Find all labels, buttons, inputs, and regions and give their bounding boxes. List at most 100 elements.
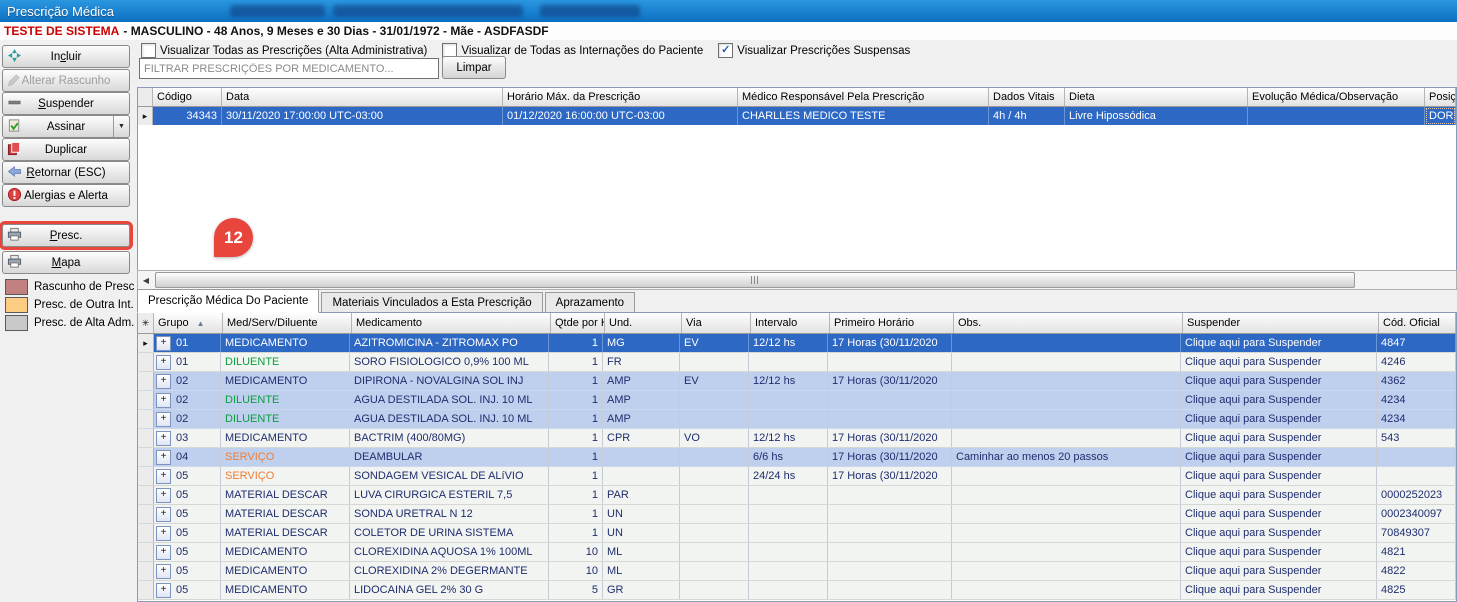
- prescription-item-row[interactable]: +05MEDICAMENTOCLOREXIDINA 2% DEGERMANTE1…: [138, 562, 1456, 581]
- suspend-link[interactable]: Clique aqui para Suspender: [1181, 372, 1377, 390]
- cell-cod-oficial: [1377, 448, 1456, 466]
- cell-grupo: +01: [154, 334, 221, 352]
- scrollbar-track[interactable]: [154, 271, 1456, 289]
- prescription-row[interactable]: ▸3434330/11/2020 17:00:00 UTC-03:0001/12…: [138, 107, 1456, 125]
- suspend-link[interactable]: Clique aqui para Suspender: [1181, 467, 1377, 485]
- scrollbar-thumb[interactable]: [155, 272, 1355, 288]
- suspend-link[interactable]: Clique aqui para Suspender: [1181, 581, 1377, 599]
- cell-obs: [952, 334, 1181, 352]
- expand-button[interactable]: +: [156, 374, 171, 389]
- prescription-item-row[interactable]: +03MEDICAMENTOBACTRIM (400/80MG)1CPRVO12…: [138, 429, 1456, 448]
- expand-button[interactable]: +: [156, 393, 171, 408]
- prescription-item-row[interactable]: +05MATERIAL DESCARLUVA CIRURGICA ESTERIL…: [138, 486, 1456, 505]
- sidebar-button-duplicar[interactable]: Duplicar: [2, 138, 130, 161]
- suspend-link[interactable]: Clique aqui para Suspender: [1181, 429, 1377, 447]
- suspend-link[interactable]: Clique aqui para Suspender: [1181, 410, 1377, 428]
- column-header-medicamento[interactable]: Medicamento: [352, 313, 551, 333]
- sidebar-button-presc[interactable]: Presc.: [2, 224, 130, 247]
- row-indicator: [138, 524, 154, 542]
- column-header-medico-responsavel-pela-prescricao[interactable]: Médico Responsável Pela Prescrição: [738, 88, 989, 106]
- column-header-posicao-do-paciente[interactable]: Posição do Paciente: [1425, 88, 1456, 106]
- items-grid-body: ▸+01MEDICAMENTOAZITROMICINA - ZITROMAX P…: [138, 334, 1456, 600]
- column-header-grupo[interactable]: Grupo▲: [154, 313, 223, 333]
- sidebar-button-suspender[interactable]: Suspender: [2, 92, 130, 115]
- column-header-intervalo[interactable]: Intervalo: [751, 313, 830, 333]
- sidebar-button-alergias-e-alerta[interactable]: Alergias e Alerta: [2, 184, 130, 207]
- prescription-item-row[interactable]: +05MEDICAMENTOLIDOCAINA GEL 2% 30 G5GRCl…: [138, 581, 1456, 600]
- cell-intervalo: 12/12 hs: [749, 372, 828, 390]
- column-header-primeiro-horario[interactable]: Primeiro Horário: [830, 313, 954, 333]
- suspend-link[interactable]: Clique aqui para Suspender: [1181, 486, 1377, 504]
- prescription-item-row[interactable]: +01DILUENTESORO FISIOLOGICO 0,9% 100 ML1…: [138, 353, 1456, 372]
- column-header-qtde-por-hor[interactable]: Qtde por Hor: [551, 313, 605, 333]
- expand-button[interactable]: +: [156, 355, 171, 370]
- clear-filter-button[interactable]: Limpar: [442, 56, 506, 79]
- group-number: 05: [176, 508, 188, 520]
- tab-aprazamento[interactable]: Aprazamento: [545, 292, 635, 312]
- column-header-evolucao-medica-observacao[interactable]: Evolução Médica/Observação: [1248, 88, 1425, 106]
- prescription-item-row[interactable]: ▸+01MEDICAMENTOAZITROMICINA - ZITROMAX P…: [138, 334, 1456, 353]
- cell-horario-max-da-prescricao: 01/12/2020 16:00:00 UTC-03:00: [503, 107, 738, 125]
- expand-button[interactable]: +: [156, 431, 171, 446]
- sidebar-button-incluir[interactable]: Incluir: [2, 45, 130, 68]
- sidebar-button-assinar[interactable]: Assinar▼: [2, 115, 130, 138]
- tab-prescricao-medica-do-paciente[interactable]: Prescrição Médica Do Paciente: [137, 289, 319, 313]
- prescription-item-row[interactable]: +05MEDICAMENTOCLOREXIDINA AQUOSA 1% 100M…: [138, 543, 1456, 562]
- column-header-und[interactable]: Und.: [605, 313, 682, 333]
- expand-button[interactable]: +: [156, 450, 171, 465]
- prescription-item-row[interactable]: +05MATERIAL DESCARCOLETOR DE URINA SISTE…: [138, 524, 1456, 543]
- prescription-item-row[interactable]: +02DILUENTEAGUA DESTILADA SOL. INJ. 10 M…: [138, 391, 1456, 410]
- prescription-item-row[interactable]: +02MEDICAMENTODIPIRONA - NOVALGINA SOL I…: [138, 372, 1456, 391]
- medication-filter-input[interactable]: [139, 58, 439, 79]
- suspend-link[interactable]: Clique aqui para Suspender: [1181, 524, 1377, 542]
- expand-button[interactable]: +: [156, 545, 171, 560]
- expand-button[interactable]: +: [156, 469, 171, 484]
- cell-medicamento: DEAMBULAR: [350, 448, 549, 466]
- dropdown-arrow-icon[interactable]: ▼: [113, 116, 129, 137]
- column-header-data[interactable]: Data: [222, 88, 503, 106]
- checkbox-label: Visualizar Todas as Prescrições (Alta Ad…: [160, 45, 427, 57]
- column-header-horario-max-da-prescricao[interactable]: Horário Máx. da Prescrição: [503, 88, 738, 106]
- suspend-link[interactable]: Clique aqui para Suspender: [1181, 334, 1377, 352]
- expand-button[interactable]: +: [156, 488, 171, 503]
- column-header-indicator[interactable]: [138, 88, 153, 106]
- expand-button[interactable]: +: [156, 336, 171, 351]
- suspend-link[interactable]: Clique aqui para Suspender: [1181, 543, 1377, 561]
- column-header-via[interactable]: Via: [682, 313, 751, 333]
- column-header-dieta[interactable]: Dieta: [1065, 88, 1248, 106]
- scroll-left-arrow[interactable]: ◀: [138, 271, 154, 289]
- sidebar-button-retornar-esc[interactable]: Retornar (ESC): [2, 161, 130, 184]
- checkbox-visualizar-prescricoes-suspensas[interactable]: ✓Visualizar Prescrições Suspensas: [718, 43, 910, 58]
- expand-button[interactable]: +: [156, 412, 171, 427]
- printer-icon: [7, 227, 22, 242]
- expand-button[interactable]: +: [156, 526, 171, 541]
- cell-und: FR: [603, 353, 680, 371]
- sidebar-button-alterar-rascunho[interactable]: Alterar Rascunho: [2, 69, 130, 92]
- prescription-item-row[interactable]: +02DILUENTEAGUA DESTILADA SOL. INJ. 10 M…: [138, 410, 1456, 429]
- column-header-codigo[interactable]: Código: [153, 88, 222, 106]
- expand-button[interactable]: +: [156, 564, 171, 579]
- column-header-suspender[interactable]: Suspender: [1183, 313, 1379, 333]
- column-header-med-serv-diluente[interactable]: Med/Serv/Diluente: [223, 313, 352, 333]
- column-header-cod-oficial[interactable]: Cód. Oficial: [1379, 313, 1456, 333]
- prescription-item-row[interactable]: +04SERVIÇODEAMBULAR16/6 hs17 Horas (30/1…: [138, 448, 1456, 467]
- cell-medicamento: AZITROMICINA - ZITROMAX PO: [350, 334, 549, 352]
- prescription-item-row[interactable]: +05MATERIAL DESCARSONDA URETRAL N 121UNC…: [138, 505, 1456, 524]
- column-header-dados-vitais[interactable]: Dados Vitais: [989, 88, 1065, 106]
- arrow-left-icon: [7, 164, 22, 179]
- suspend-link[interactable]: Clique aqui para Suspender: [1181, 505, 1377, 523]
- expand-button[interactable]: +: [156, 507, 171, 522]
- tab-materiais-vinculados-a-esta-prescricao[interactable]: Materiais Vinculados a Esta Prescrição: [321, 292, 542, 312]
- cell-medicamento: CLOREXIDINA 2% DEGERMANTE: [350, 562, 549, 580]
- group-number: 05: [176, 527, 188, 539]
- suspend-link[interactable]: Clique aqui para Suspender: [1181, 448, 1377, 466]
- grid-customize-button[interactable]: ✳: [138, 313, 154, 333]
- sidebar-button-mapa[interactable]: Mapa: [2, 251, 130, 274]
- checkbox-visualizar-todas-as-prescricoes-alta-administrativa[interactable]: Visualizar Todas as Prescrições (Alta Ad…: [141, 43, 427, 58]
- expand-button[interactable]: +: [156, 583, 171, 598]
- prescription-item-row[interactable]: +05SERVIÇOSONDAGEM VESICAL DE ALíVIO124/…: [138, 467, 1456, 486]
- suspend-link[interactable]: Clique aqui para Suspender: [1181, 353, 1377, 371]
- suspend-link[interactable]: Clique aqui para Suspender: [1181, 391, 1377, 409]
- column-header-obs[interactable]: Obs.: [954, 313, 1183, 333]
- suspend-link[interactable]: Clique aqui para Suspender: [1181, 562, 1377, 580]
